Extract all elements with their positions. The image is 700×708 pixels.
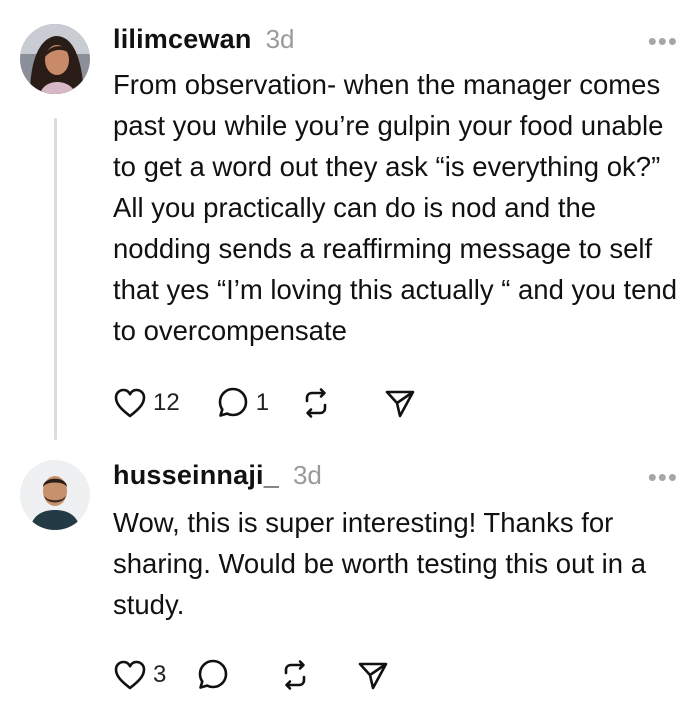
- post-header: lilimcewan 3d: [113, 24, 294, 55]
- thread-line: [54, 118, 57, 440]
- post-text: Wow, this is super interesting! Thanks f…: [113, 507, 646, 620]
- post-actions: 12 1: [113, 386, 447, 420]
- comment-icon: [199, 659, 228, 689]
- like-count: 3: [153, 661, 167, 688]
- reply-button[interactable]: 1: [216, 386, 269, 420]
- post-husseinnaji: husseinnaji_ 3d ••• Wow, this is super i…: [0, 450, 700, 708]
- more-icon[interactable]: •••: [648, 26, 678, 57]
- repost-icon: [305, 388, 327, 418]
- post-text: From observation- when the manager comes…: [113, 69, 678, 346]
- share-button[interactable]: [383, 386, 417, 420]
- like-button[interactable]: 3: [113, 659, 166, 691]
- post-lilimcewan: lilimcewan 3d ••• From observation- when…: [0, 0, 700, 450]
- heart-icon: [114, 660, 146, 690]
- post-header: husseinnaji_ 3d: [113, 460, 322, 491]
- share-icon: [385, 390, 415, 418]
- timestamp: 3d: [292, 460, 322, 490]
- reply-count: 1: [255, 389, 270, 416]
- username[interactable]: husseinnaji_: [113, 460, 279, 491]
- more-icon[interactable]: •••: [648, 462, 678, 493]
- heart-icon: [114, 388, 146, 418]
- like-button[interactable]: 12: [113, 387, 180, 419]
- share-icon: [359, 662, 388, 690]
- avatar-husseinnaji[interactable]: [20, 460, 90, 530]
- repost-button[interactable]: [278, 658, 312, 692]
- post-actions: 3: [113, 658, 420, 692]
- timestamp: 3d: [265, 24, 295, 54]
- like-count: 12: [153, 389, 180, 416]
- comment-icon: [218, 387, 248, 417]
- repost-button[interactable]: [299, 386, 333, 420]
- avatar-lilimcewan[interactable]: [20, 24, 90, 94]
- username[interactable]: lilimcewan: [113, 24, 252, 55]
- avatar-image: [20, 24, 90, 94]
- avatar-image: [20, 460, 90, 530]
- reply-button[interactable]: [196, 658, 230, 692]
- repost-icon: [285, 660, 306, 690]
- share-button[interactable]: [356, 658, 390, 692]
